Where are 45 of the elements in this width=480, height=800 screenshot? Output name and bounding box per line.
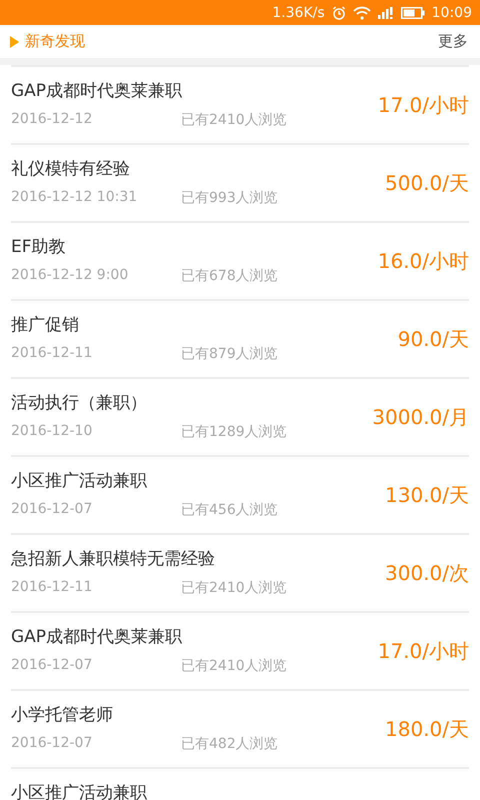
job-pay: 17.0/小时 xyxy=(378,638,469,664)
view-count: 已有482人浏览 xyxy=(181,735,279,753)
view-count: 已有2410人浏览 xyxy=(181,579,288,597)
job-pay: 90.0/天 xyxy=(398,326,469,352)
view-count: 已有678人浏览 xyxy=(181,267,279,285)
more-link[interactable]: 更多 xyxy=(438,32,468,51)
job-title[interactable]: 小学托管老师 xyxy=(11,703,385,726)
post-date: 2016-12-12 10:31 xyxy=(11,189,138,207)
job-pay: 130.0/天 xyxy=(385,482,469,508)
job-pay: 300.0/次 xyxy=(385,560,469,586)
job-pay: 17.0/小时 xyxy=(378,92,469,118)
wifi-icon xyxy=(352,6,371,20)
post-date: 2016-12-12 xyxy=(11,111,94,129)
post-date: 2016-12-10 xyxy=(11,423,94,441)
job-pay: 16.0/小时 xyxy=(378,248,469,274)
view-count: 已有993人浏览 xyxy=(181,189,279,207)
job-title[interactable]: GAP成都时代奥莱兼职 xyxy=(11,79,378,102)
post-date: 2016-12-12 9:00 xyxy=(11,267,130,285)
post-date: 2016-12-11 xyxy=(11,579,94,597)
alarm-icon xyxy=(332,6,346,20)
view-count: 已有456人浏览 xyxy=(181,501,279,519)
job-title[interactable]: 活动执行（兼职） xyxy=(11,391,372,414)
job-pay: 500.0/天 xyxy=(385,170,469,196)
job-title[interactable]: 推广促销 xyxy=(11,313,398,336)
triangle-icon xyxy=(10,36,19,48)
job-title[interactable]: EF助教 xyxy=(11,235,378,258)
job-title[interactable]: 礼仪模特有经验 xyxy=(11,157,385,180)
job-title[interactable]: GAP成都时代奥莱兼职 xyxy=(11,625,378,648)
post-date: 2016-12-07 xyxy=(11,501,94,519)
clock: 10:09 xyxy=(432,4,472,20)
job-title[interactable]: 小区推广活动兼职 xyxy=(11,469,385,492)
view-count: 已有2410人浏览 xyxy=(181,657,288,675)
section-title: 新奇发现 xyxy=(25,32,86,51)
view-count: 已有2410人浏览 xyxy=(181,111,288,129)
post-date: 2016-12-11 xyxy=(11,345,94,363)
view-count: 已有1289人浏览 xyxy=(181,423,288,441)
post-date: 2016-12-07 xyxy=(11,735,94,753)
job-pay: 3000.0/月 xyxy=(372,404,469,430)
signal-icon xyxy=(378,6,394,18)
job-title[interactable]: 急招新人兼职模特无需经验 xyxy=(11,547,385,570)
battery-icon xyxy=(400,6,425,18)
post-date: 2016-12-07 xyxy=(11,657,94,675)
view-count: 已有879人浏览 xyxy=(181,345,279,363)
job-pay: 180.0/天 xyxy=(385,716,469,742)
network-speed: 1.36K/s xyxy=(272,4,325,20)
